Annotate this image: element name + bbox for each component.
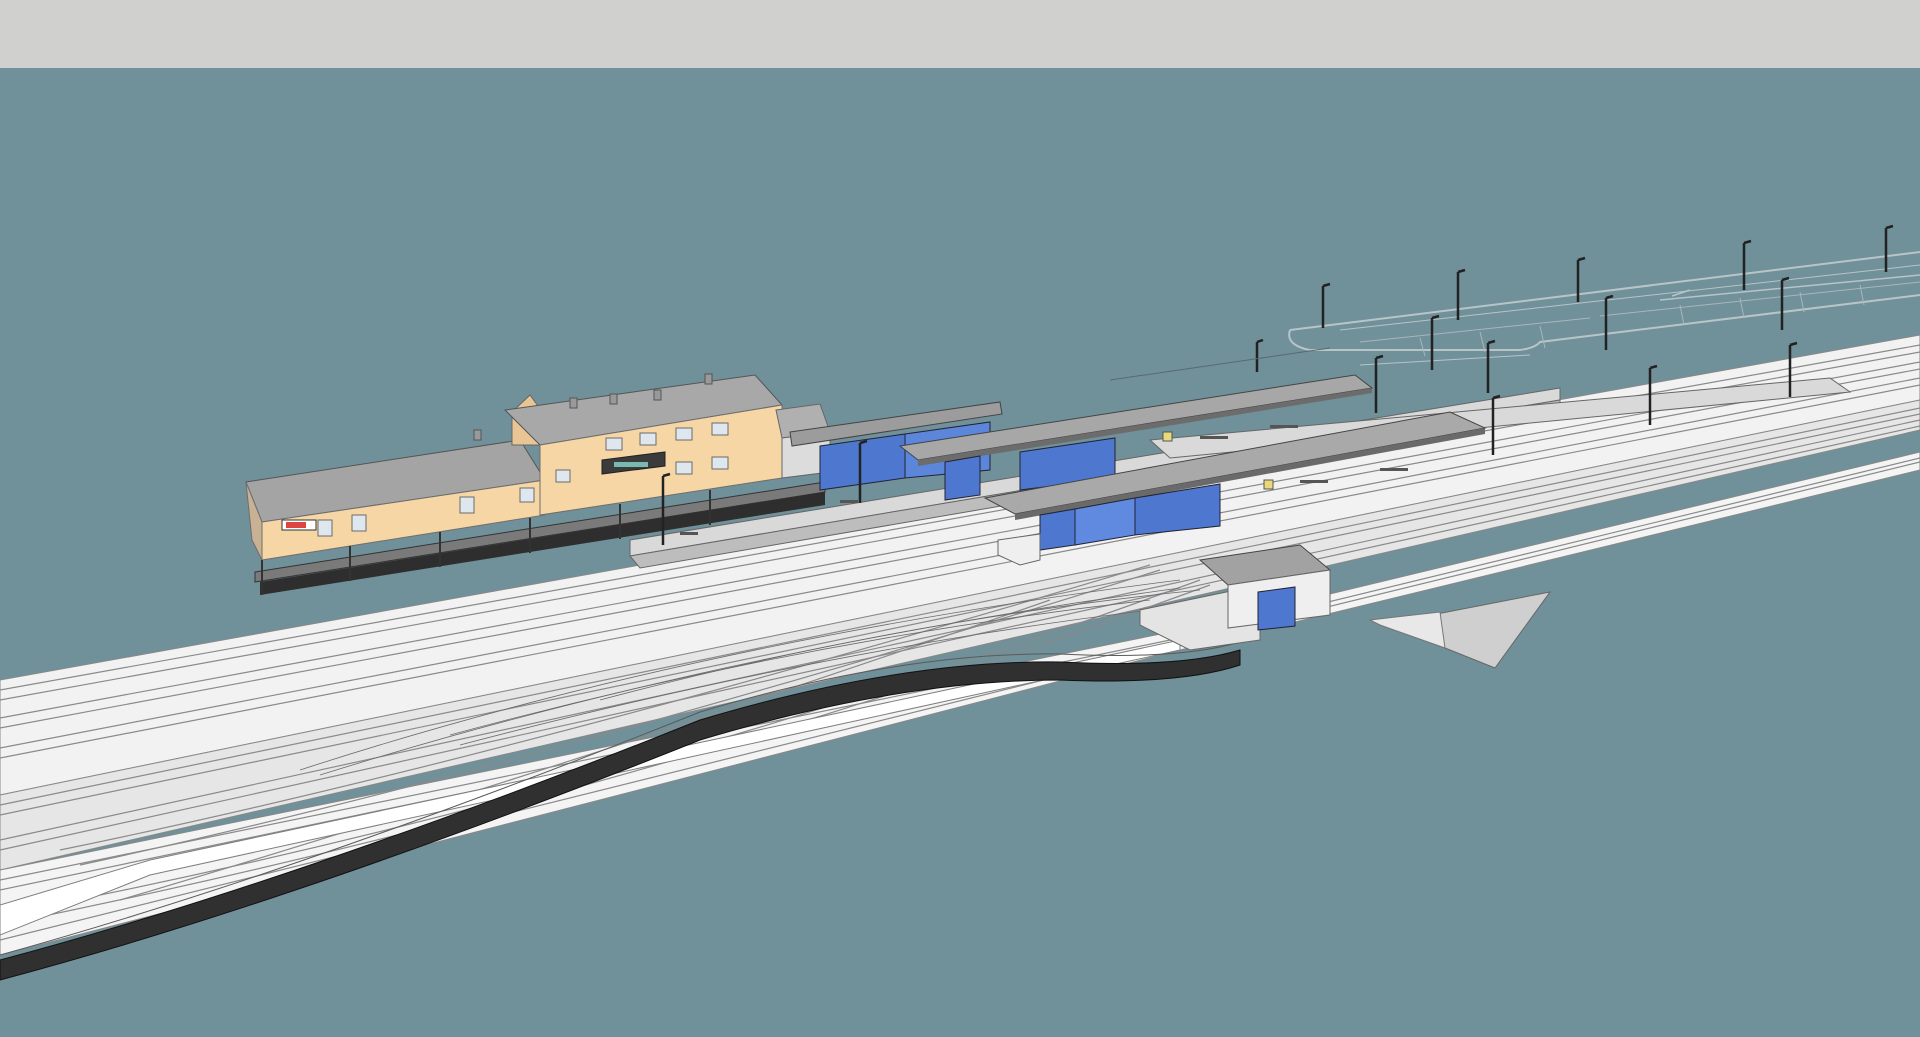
model-viewport[interactable] (0, 0, 1920, 1037)
bench-icon (680, 532, 698, 535)
sign-icon (1162, 431, 1173, 442)
bench-icon (840, 500, 858, 503)
underpass-glass-door[interactable] (1257, 586, 1296, 631)
bench-icon (1380, 468, 1408, 471)
sky-band (0, 0, 1920, 70)
sign-icon (1263, 479, 1274, 490)
bench-icon (1200, 436, 1228, 439)
bench-icon (1300, 480, 1328, 483)
station-3d-scene[interactable] (0, 0, 1920, 1037)
bench-icon (1270, 425, 1298, 428)
